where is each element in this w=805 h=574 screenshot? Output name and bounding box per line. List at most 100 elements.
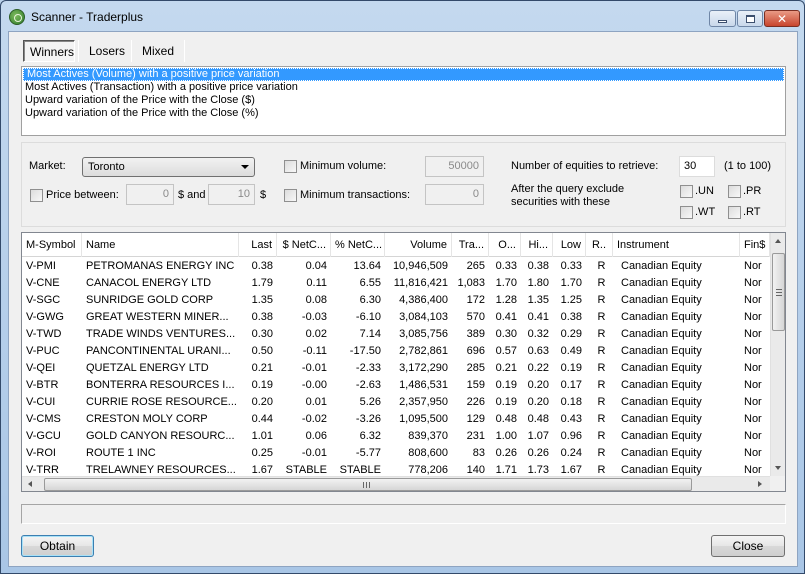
- query-list[interactable]: Most Actives (Volume) with a positive pr…: [21, 66, 786, 136]
- column-header[interactable]: M-Symbol: [22, 233, 82, 257]
- scroll-left-icon[interactable]: [28, 481, 32, 487]
- results-grid[interactable]: M-Symbol Name Last $ NetC...% NetC... Volume…: [21, 232, 786, 492]
- table-row[interactable]: V-CNE CANACOL ENERGY LTD 1.79 0.11 6.55 11,81…: [22, 275, 770, 292]
- scroll-down-icon[interactable]: [775, 466, 781, 470]
- query-item-most-actives-volume[interactable]: Most Actives (Volume) with a positive pr…: [23, 68, 784, 81]
- column-header[interactable]: $ NetC...: [277, 233, 331, 257]
- exclude-rt-checkbox[interactable]: [728, 206, 741, 219]
- table-cell: 0.49: [560, 345, 582, 357]
- table-cell: Canadian Equity: [621, 447, 702, 459]
- price-max-field[interactable]: 10: [208, 184, 255, 205]
- table-cell: 0.11: [306, 277, 327, 289]
- table-cell: -0.01: [301, 362, 327, 374]
- close-button[interactable]: Close: [711, 535, 785, 557]
- table-cell: 389: [466, 328, 485, 340]
- column-header[interactable]: Low: [553, 233, 586, 257]
- table-cell: 1,486,531: [399, 379, 448, 391]
- price-between-checkbox[interactable]: [30, 189, 43, 202]
- scroll-up-icon[interactable]: [775, 239, 781, 243]
- table-cell: SUNRIDGE GOLD CORP: [86, 294, 214, 306]
- table-row[interactable]: V-GCU GOLD CANYON RESOURC... 1.01 0.06 6.32 8…: [22, 428, 770, 445]
- app-logo-icon[interactable]: [9, 9, 25, 25]
- column-header[interactable]: Name: [82, 233, 239, 257]
- table-cell: R: [597, 345, 606, 357]
- table-row[interactable]: V-BTR BONTERRA RESOURCES I... 0.19 -0.00 -2.…: [22, 377, 770, 394]
- table-cell: 0.20: [527, 396, 549, 408]
- column-header[interactable]: R..: [586, 233, 613, 257]
- min-volume-field[interactable]: 50000: [425, 156, 484, 177]
- table-cell: 0.48: [495, 413, 517, 425]
- table-row[interactable]: V-TRR TRELAWNEY RESOURCES... 1.67 STABLE STA…: [22, 462, 770, 477]
- tab-winners[interactable]: Winners: [23, 40, 75, 62]
- table-row[interactable]: V-ROI ROUTE 1 INC 0.25 -0.01 -5.77 808,600 83 0…: [22, 445, 770, 462]
- column-header[interactable]: Hi...: [521, 233, 553, 257]
- table-row[interactable]: V-TWD TRADE WINDS VENTURES... 0.30 0.02 7.14…: [22, 326, 770, 343]
- table-cell: 0.06: [305, 430, 327, 442]
- query-item-upward-variation-dollar[interactable]: Upward variation of the Price with the C…: [22, 94, 785, 107]
- table-cell: 5.26: [359, 396, 381, 408]
- table-cell: 231: [466, 430, 485, 442]
- minimize-button[interactable]: [709, 10, 736, 27]
- table-cell: 11,816,421: [393, 277, 448, 289]
- table-cell: Canadian Equity: [621, 362, 702, 374]
- table-cell: 0.26: [495, 447, 517, 459]
- exclude-pr-checkbox[interactable]: [728, 185, 741, 198]
- exclude-un-checkbox[interactable]: [680, 185, 693, 198]
- table-cell: 0.41: [527, 311, 549, 323]
- title-bar[interactable]: Scanner - Traderplus ✕: [1, 1, 804, 31]
- table-cell: 0.02: [305, 328, 327, 340]
- market-select[interactable]: Toronto: [82, 157, 255, 177]
- vertical-scroll-thumb[interactable]: [772, 253, 785, 331]
- table-cell: Nor: [744, 328, 762, 340]
- table-row[interactable]: V-CUI CURRIE ROSE RESOURCE... 0.20 0.01 5.26…: [22, 394, 770, 411]
- horizontal-scroll-thumb[interactable]: [44, 478, 692, 491]
- table-cell: 0.32: [527, 328, 549, 340]
- min-transactions-field[interactable]: 0: [425, 184, 484, 205]
- table-cell: R: [597, 294, 606, 306]
- table-cell: 0.96: [560, 430, 582, 442]
- exclude-pr-label: .PR: [743, 185, 762, 197]
- tab-losers[interactable]: Losers: [83, 40, 131, 62]
- table-row[interactable]: V-PUC PANCONTINENTAL URANI... 0.50 -0.11 -17…: [22, 343, 770, 360]
- table-cell: 226: [466, 396, 485, 408]
- price-min-field[interactable]: 0: [126, 184, 174, 205]
- table-cell: 1.67: [560, 464, 582, 476]
- table-row[interactable]: V-PMI PETROMANAS ENERGY INC 0.38 0.04 13.64 1…: [22, 258, 770, 275]
- column-header[interactable]: Volume: [385, 233, 452, 257]
- table-cell: 839,370: [408, 430, 448, 442]
- table-cell: STABLE: [339, 464, 381, 476]
- table-row[interactable]: V-CMS CRESTON MOLY CORP 0.44 -0.02 -3.26 1,09…: [22, 411, 770, 428]
- column-header[interactable]: O...: [489, 233, 521, 257]
- column-header[interactable]: Fin$: [740, 233, 770, 257]
- table-cell: 0.19: [495, 396, 517, 408]
- table-row[interactable]: V-QEI QUETZAL ENERGY LTD 0.21 -0.01 -2.33 3,1…: [22, 360, 770, 377]
- table-cell: Nor: [744, 311, 762, 323]
- query-item-upward-variation-percent[interactable]: Upward variation of the Price with the C…: [22, 107, 785, 120]
- maximize-button[interactable]: [737, 10, 763, 27]
- column-header[interactable]: Tra...: [452, 233, 489, 257]
- minimize-icon: [718, 19, 727, 23]
- column-header[interactable]: Last: [239, 233, 277, 257]
- scanner-client-area: Winners Losers Mixed Most Actives (Volum…: [8, 31, 798, 567]
- table-cell: 0.38: [527, 260, 549, 272]
- table-row[interactable]: V-GWG GREAT WESTERN MINER... 0.38 -0.03 -6.1…: [22, 309, 770, 326]
- vertical-scrollbar[interactable]: [770, 233, 785, 476]
- min-volume-checkbox[interactable]: [284, 160, 297, 173]
- num-equities-field[interactable]: 30: [679, 156, 715, 177]
- exclude-wt-checkbox[interactable]: [680, 206, 693, 219]
- price-between-label: Price between:: [46, 189, 119, 201]
- table-cell: 696: [466, 345, 485, 357]
- column-header[interactable]: % NetC...: [331, 233, 385, 257]
- close-window-button[interactable]: ✕: [764, 10, 800, 27]
- table-cell: R: [597, 464, 606, 476]
- column-header[interactable]: Instrument: [613, 233, 740, 257]
- tab-mixed[interactable]: Mixed: [136, 40, 180, 62]
- min-transactions-label: Minimum transactions:: [300, 189, 411, 201]
- table-row[interactable]: V-SGC SUNRIDGE GOLD CORP 1.35 0.08 6.30 4,386…: [22, 292, 770, 309]
- horizontal-scrollbar[interactable]: [22, 476, 770, 491]
- scroll-right-icon[interactable]: [758, 481, 762, 487]
- min-transactions-checkbox[interactable]: [284, 189, 297, 202]
- obtain-button[interactable]: Obtain: [21, 535, 94, 557]
- query-item-most-actives-transaction[interactable]: Most Actives (Transaction) with a positi…: [22, 81, 785, 94]
- table-cell: 0.21: [495, 362, 517, 374]
